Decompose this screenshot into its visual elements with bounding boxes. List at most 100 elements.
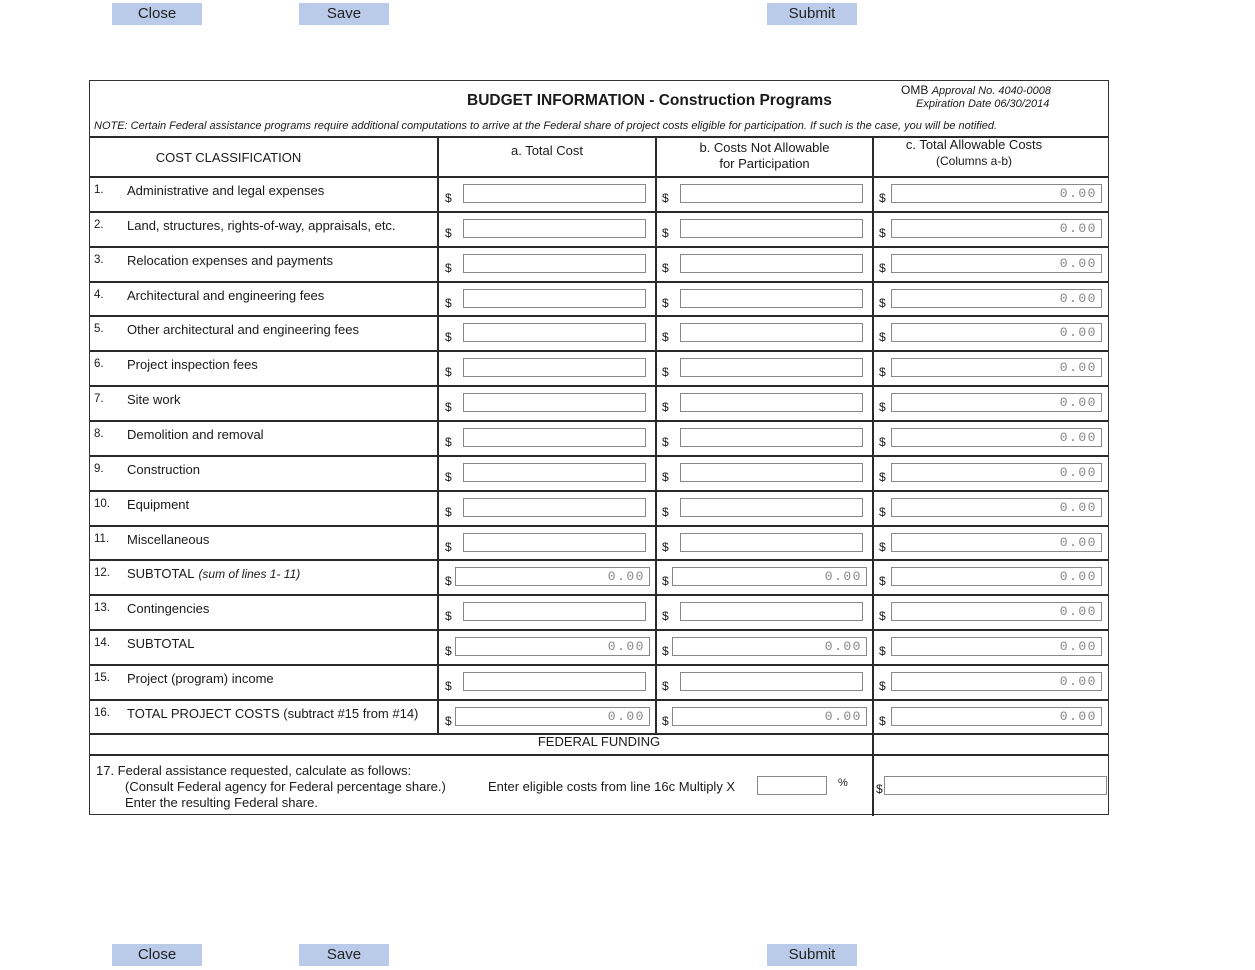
cost-input-b[interactable] bbox=[680, 393, 863, 413]
cost-input-c[interactable] bbox=[891, 602, 1102, 622]
cost-input-a[interactable] bbox=[463, 184, 646, 203]
cost-input-c[interactable] bbox=[891, 358, 1102, 378]
save-button[interactable]: Save bbox=[299, 3, 389, 25]
divider bbox=[90, 754, 1108, 756]
currency-symbol: $ bbox=[662, 191, 669, 205]
cost-input-b[interactable] bbox=[680, 184, 863, 203]
submit-button[interactable]: Submit bbox=[767, 3, 857, 25]
cost-input-b[interactable] bbox=[680, 358, 863, 378]
cost-input-c[interactable] bbox=[891, 184, 1102, 203]
cost-input-b[interactable] bbox=[680, 427, 863, 447]
row-label: Project (program) income bbox=[127, 671, 274, 686]
line-17-instructions: 17. Federal assistance requested, calcul… bbox=[96, 763, 446, 810]
cost-input-c[interactable] bbox=[891, 532, 1102, 552]
table-row: 11. Miscellaneous $ $ $ bbox=[90, 527, 1108, 562]
cost-input-a[interactable] bbox=[463, 532, 646, 552]
cost-input-a[interactable] bbox=[463, 497, 646, 517]
cost-input-b[interactable] bbox=[680, 497, 863, 517]
cost-input-c[interactable] bbox=[891, 462, 1102, 482]
currency-symbol: $ bbox=[662, 678, 669, 693]
omb-approval: OMB Approval No. 4040-0008 bbox=[901, 83, 1051, 97]
form-title: BUDGET INFORMATION - Construction Progra… bbox=[467, 92, 832, 109]
cost-input-c[interactable] bbox=[891, 393, 1102, 413]
currency-symbol: $ bbox=[879, 504, 886, 519]
row-number: 9. bbox=[94, 462, 104, 475]
currency-symbol: $ bbox=[662, 260, 669, 275]
row-label: TOTAL PROJECT COSTS (subtract #15 from #… bbox=[127, 706, 418, 721]
cost-input-b[interactable] bbox=[680, 532, 863, 552]
currency-symbol: $ bbox=[662, 504, 669, 519]
row-number: 10. bbox=[94, 497, 110, 510]
row-label-text: Demolition and removal bbox=[127, 426, 264, 442]
cost-input-a[interactable] bbox=[463, 358, 646, 378]
close-button[interactable]: Close bbox=[112, 3, 202, 25]
row-label-text: TOTAL PROJECT COSTS (subtract #15 from #… bbox=[127, 705, 419, 721]
federal-funding-heading: FEDERAL FUNDING bbox=[537, 734, 661, 749]
row-number: 6. bbox=[94, 358, 104, 371]
cost-input-c[interactable] bbox=[891, 288, 1102, 308]
table-row: 4. Architectural and engineering fees $ $ $ bbox=[90, 283, 1108, 318]
cost-input-c[interactable] bbox=[891, 427, 1102, 447]
row-label-text: Other architectural and engineering fees bbox=[127, 322, 359, 338]
submit-button-bottom[interactable]: Submit bbox=[767, 944, 857, 966]
currency-symbol: $ bbox=[445, 225, 452, 240]
cost-input-b[interactable] bbox=[680, 602, 863, 622]
row-number: 13. bbox=[94, 602, 110, 615]
cost-input-b[interactable] bbox=[672, 706, 867, 726]
federal-share-input[interactable] bbox=[884, 776, 1107, 795]
cost-input-b[interactable] bbox=[672, 637, 867, 657]
cost-input-b[interactable] bbox=[680, 323, 863, 343]
currency-symbol: $ bbox=[662, 574, 669, 589]
cost-input-c[interactable] bbox=[891, 253, 1102, 273]
cost-input-a[interactable] bbox=[463, 671, 646, 691]
cost-input-b[interactable] bbox=[680, 671, 863, 691]
cost-input-c[interactable] bbox=[891, 323, 1102, 343]
row-label: Construction bbox=[127, 462, 200, 477]
row-number: 3. bbox=[94, 253, 104, 266]
federal-percentage-input[interactable] bbox=[757, 776, 827, 795]
row-label: Miscellaneous bbox=[127, 532, 209, 547]
row-label-text: Construction bbox=[127, 461, 200, 477]
table-row: 6. Project inspection fees $ $ $ bbox=[90, 352, 1108, 387]
row-number: 4. bbox=[94, 288, 104, 301]
save-button-bottom[interactable]: Save bbox=[299, 944, 389, 966]
table-row: 10. Equipment $ $ $ bbox=[90, 492, 1108, 527]
cost-input-b[interactable] bbox=[672, 567, 867, 587]
currency-symbol: $ bbox=[445, 469, 452, 484]
cost-input-b[interactable] bbox=[680, 253, 863, 273]
cost-input-c[interactable] bbox=[891, 671, 1102, 691]
cost-input-a[interactable] bbox=[455, 637, 650, 657]
table-row: 3. Relocation expenses and payments $ $ $ bbox=[90, 248, 1108, 283]
cost-input-a[interactable] bbox=[455, 706, 650, 726]
cost-input-a[interactable] bbox=[455, 567, 650, 587]
cost-input-b[interactable] bbox=[680, 288, 863, 308]
cost-input-c[interactable] bbox=[891, 706, 1102, 726]
row-label-text: Project inspection fees bbox=[127, 357, 258, 373]
cost-input-c[interactable] bbox=[891, 637, 1102, 657]
cost-input-a[interactable] bbox=[463, 288, 646, 308]
cost-input-a[interactable] bbox=[463, 602, 646, 622]
cost-input-a[interactable] bbox=[463, 427, 646, 447]
table-row: 1. Administrative and legal expenses $ $ $ bbox=[90, 178, 1108, 213]
cost-input-c[interactable] bbox=[891, 497, 1102, 517]
cost-input-a[interactable] bbox=[463, 323, 646, 343]
cost-input-a[interactable] bbox=[463, 218, 646, 238]
row-label: Architectural and engineering fees bbox=[127, 288, 324, 303]
cost-input-a[interactable] bbox=[463, 253, 646, 273]
cost-input-c[interactable] bbox=[891, 218, 1102, 238]
row-label-text: Project (program) income bbox=[127, 670, 274, 686]
cost-input-a[interactable] bbox=[463, 462, 646, 482]
cost-input-a[interactable] bbox=[463, 393, 646, 413]
row-number: 15. bbox=[94, 671, 110, 684]
row-label-text: Site work bbox=[127, 392, 181, 408]
cost-input-b[interactable] bbox=[680, 218, 863, 238]
currency-symbol: $ bbox=[879, 260, 886, 275]
currency-symbol: $ bbox=[879, 469, 886, 484]
row-label: SUBTOTAL bbox=[127, 636, 194, 651]
currency-symbol: $ bbox=[445, 330, 452, 345]
cost-input-c[interactable] bbox=[891, 567, 1102, 587]
table-row: 8. Demolition and removal $ $ $ bbox=[90, 422, 1108, 457]
currency-symbol: $ bbox=[879, 678, 886, 693]
cost-input-b[interactable] bbox=[680, 462, 863, 482]
close-button-bottom[interactable]: Close bbox=[112, 944, 202, 966]
